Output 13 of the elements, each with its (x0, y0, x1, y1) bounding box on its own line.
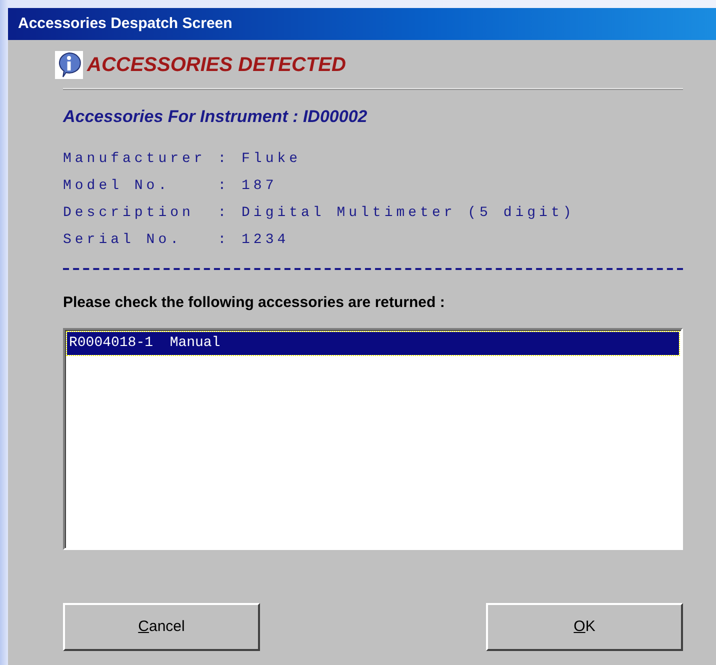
accessories-listbox[interactable]: R0004018-1 Manual (63, 328, 683, 550)
detail-line: Model No. : 187 (63, 176, 278, 196)
list-item[interactable]: R0004018-1 Manual (67, 332, 679, 355)
instrument-heading: Accessories For Instrument : ID00002 (63, 106, 368, 128)
ok-button[interactable]: OK (486, 603, 683, 651)
detail-line: Description : Digital Multimeter (5 digit) (63, 204, 575, 222)
info-icon (55, 51, 83, 79)
instruction-text: Please check the following accessories are returned : (63, 292, 446, 312)
cancel-button[interactable]: Cancel (63, 603, 260, 651)
detail-line: Serial No. : 1234 (63, 230, 290, 250)
window-title: Accessories Despatch Screen (8, 8, 716, 40)
alert-heading: ACCESSORIES DETECTED (87, 53, 346, 78)
detail-line: Manufacturer : Fluke (63, 150, 302, 168)
